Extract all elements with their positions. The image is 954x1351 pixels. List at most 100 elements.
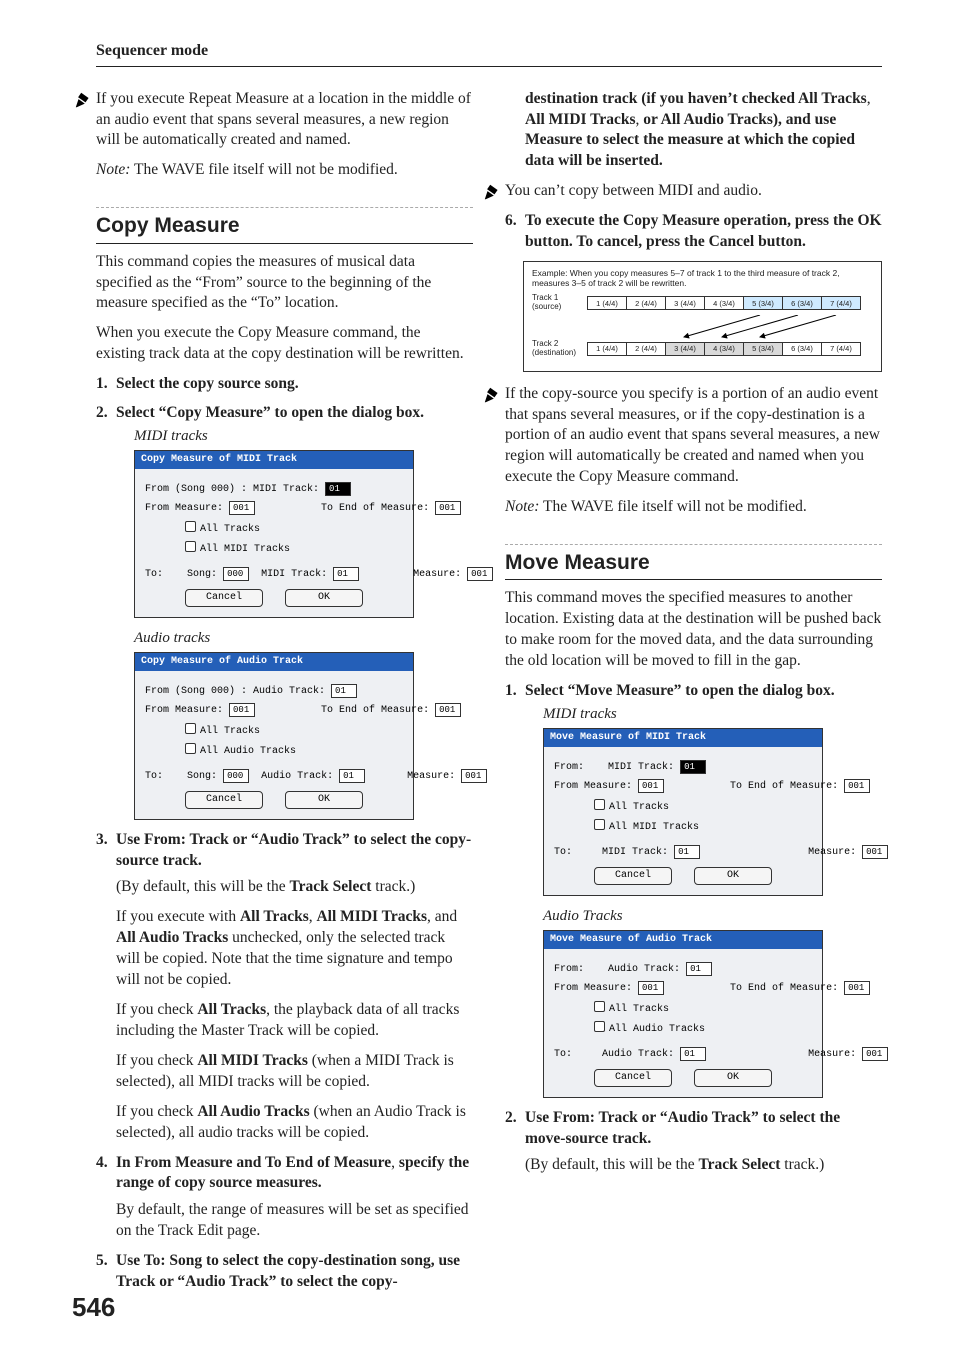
- note-label: Note:: [505, 498, 539, 515]
- diagram-cell: 2 (4/4): [626, 296, 666, 310]
- from-measure-field[interactable]: 001: [638, 981, 664, 995]
- from-measure-field[interactable]: 001: [638, 779, 664, 793]
- dialog-title: Move Measure of Audio Track: [544, 931, 822, 949]
- label: From (Song 000) : MIDI Track:: [145, 484, 319, 495]
- diagram-cell: 3 (4/4): [665, 342, 705, 356]
- label: MIDI Track:: [608, 762, 674, 773]
- step-1: 1.Select the copy source song.: [96, 374, 473, 395]
- text: track.): [780, 1156, 824, 1173]
- diagram-cell: 6 (3/4): [782, 342, 822, 356]
- warning-midi-audio: You can’t copy between MIDI and audio.: [505, 181, 882, 202]
- track-field[interactable]: 01: [333, 567, 359, 581]
- checkbox-all-audio[interactable]: [185, 743, 196, 754]
- label: To:: [554, 1049, 572, 1060]
- cancel-button[interactable]: Cancel: [185, 791, 263, 809]
- label: Song:: [187, 771, 217, 782]
- text: Use To: Song to select the copy-destinat…: [116, 1252, 460, 1290]
- from-track-field[interactable]: 01: [680, 760, 706, 774]
- copy-measure-desc-1: This command copies the measures of musi…: [96, 252, 473, 315]
- dialog-move-measure-audio: Move Measure of Audio Track From: Audio …: [543, 930, 823, 1098]
- checkbox-all-tracks[interactable]: [185, 723, 196, 734]
- to-end-field[interactable]: 001: [844, 981, 870, 995]
- ok-button[interactable]: OK: [694, 867, 772, 885]
- text: (By default, this will be the Track Sele…: [525, 1155, 882, 1176]
- text: Select “Copy Measure” to open the dialog…: [116, 404, 424, 421]
- checkbox-all-midi[interactable]: [594, 819, 605, 830]
- diagram-cell: 6 (3/4): [782, 296, 822, 310]
- label: MIDI Track:: [261, 569, 327, 580]
- text: If you check All Tracks, the playback da…: [116, 1000, 473, 1042]
- dialog-title: Copy Measure of MIDI Track: [135, 451, 413, 469]
- pencil-icon: [74, 91, 92, 109]
- label: Audio Track:: [261, 771, 333, 782]
- text: All MIDI Tracks: [197, 1052, 308, 1069]
- label: From Measure:: [145, 503, 223, 514]
- subhead-midi-tracks: MIDI tracks: [134, 426, 473, 446]
- from-measure-field[interactable]: 001: [229, 703, 255, 717]
- text: The WAVE file itself will not be modifie…: [130, 161, 397, 178]
- ok-button[interactable]: OK: [285, 791, 363, 809]
- from-track-field[interactable]: 01: [325, 482, 351, 496]
- page-number: 546: [72, 1290, 115, 1325]
- text: track.): [371, 878, 415, 895]
- label: To End of Measure:: [730, 983, 838, 994]
- text: In From Measure and To End of Measure: [116, 1154, 391, 1171]
- text: If you check: [116, 1052, 197, 1069]
- checkbox-all-midi[interactable]: [185, 541, 196, 552]
- measure-field[interactable]: 001: [461, 769, 487, 783]
- label: Measure:: [808, 1049, 856, 1060]
- label: All MIDI Tracks: [200, 544, 290, 555]
- cancel-button[interactable]: Cancel: [185, 589, 263, 607]
- measure-field[interactable]: 001: [862, 1047, 888, 1061]
- cancel-button[interactable]: Cancel: [594, 1069, 672, 1087]
- checkbox-all-audio[interactable]: [594, 1021, 605, 1032]
- step-4: 4.In From Measure and To End of Measure,…: [96, 1153, 473, 1243]
- cancel-button[interactable]: Cancel: [594, 867, 672, 885]
- from-track-field[interactable]: 01: [686, 962, 712, 976]
- song-field[interactable]: 000: [223, 567, 249, 581]
- step-5: 5.Use To: Song to select the copy-destin…: [96, 1251, 473, 1293]
- measure-field[interactable]: 001: [862, 845, 888, 859]
- checkbox-all-tracks[interactable]: [594, 799, 605, 810]
- label: From:: [554, 762, 584, 773]
- ok-button[interactable]: OK: [285, 589, 363, 607]
- from-measure-field[interactable]: 001: [229, 501, 255, 515]
- mstep-2: 2.Use From: Track or “Audio Track” to se…: [505, 1108, 882, 1177]
- checkbox-all-tracks[interactable]: [185, 521, 196, 532]
- track-field[interactable]: 01: [339, 769, 365, 783]
- label: All Tracks: [609, 1004, 669, 1015]
- song-field[interactable]: 000: [223, 769, 249, 783]
- label: To:: [145, 569, 163, 580]
- dialog-title: Move Measure of MIDI Track: [544, 729, 822, 747]
- move-measure-desc: This command moves the specified measure…: [505, 588, 882, 672]
- text: ,: [391, 1154, 399, 1171]
- to-end-field[interactable]: 001: [844, 779, 870, 793]
- step-5-continued: destination track (if you haven’t checke…: [505, 89, 882, 173]
- text: To execute the Copy Measure operation, p…: [525, 212, 882, 250]
- diagram-cell: 1 (4/4): [587, 342, 627, 356]
- measure-field[interactable]: 001: [467, 567, 493, 581]
- text: Select the copy source song.: [116, 375, 299, 392]
- diagram-cell: 5 (3/4): [743, 342, 783, 356]
- ok-button[interactable]: OK: [694, 1069, 772, 1087]
- to-track-field[interactable]: 01: [680, 1047, 706, 1061]
- diagram-track1-label: Track 1 (source): [532, 294, 588, 312]
- text: Select “Move Measure” to open the dialog…: [525, 682, 835, 699]
- to-end-field[interactable]: 001: [435, 703, 461, 717]
- text: (By default, this will be the: [525, 1156, 698, 1173]
- diagram-cell: 4 (3/4): [704, 342, 744, 356]
- running-header: Sequencer mode: [96, 40, 882, 67]
- to-end-field[interactable]: 001: [435, 501, 461, 515]
- label: Measure:: [407, 771, 455, 782]
- heading-move-measure: Move Measure: [505, 544, 882, 580]
- note-label: Note:: [96, 161, 130, 178]
- to-track-field[interactable]: 01: [674, 845, 700, 859]
- label: All Tracks: [200, 726, 260, 737]
- subhead-audio-tracks: Audio Tracks: [543, 906, 882, 926]
- warning-repeat-measure: If you execute Repeat Measure at a locat…: [96, 89, 473, 152]
- from-track-field[interactable]: 01: [331, 684, 357, 698]
- text: If you check All Audio Tracks (when an A…: [116, 1102, 473, 1144]
- text: If you execute with: [116, 908, 240, 925]
- label: From (Song 000) : Audio Track:: [145, 686, 325, 697]
- checkbox-all-tracks[interactable]: [594, 1001, 605, 1012]
